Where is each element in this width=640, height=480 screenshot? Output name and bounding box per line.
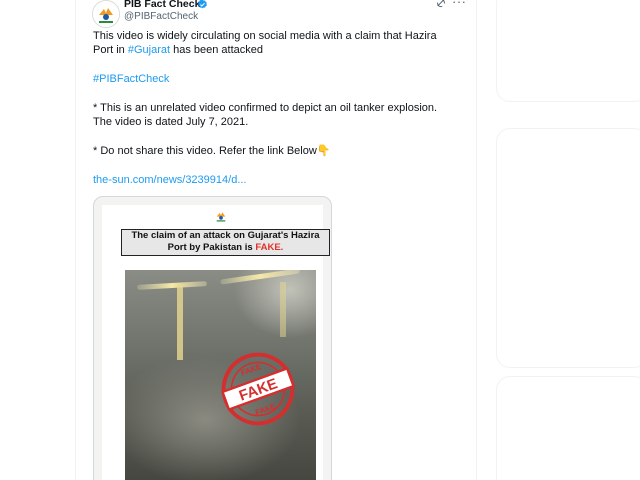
tweet-text-line2: Port in [93, 44, 128, 56]
avatar[interactable] [92, 0, 120, 28]
note-line1: * This is an unrelated video confirmed t… [93, 102, 438, 114]
sidebar-card [496, 0, 640, 102]
tweet-text-line1: This video is widely circulating on soci… [93, 30, 437, 42]
pointing-down-icon: 👇 [316, 145, 331, 157]
pib-logo-icon [216, 212, 226, 222]
hashtag-pibfactcheck-link[interactable]: #PIBFactCheck [93, 73, 169, 85]
pib-logo-icon [93, 1, 119, 27]
page: PIB Fact Check @PIBFactCheck ··· This vi… [0, 0, 640, 480]
verified-badge-icon [198, 0, 207, 9]
sidebar-card [496, 128, 640, 368]
grok-icon[interactable] [436, 0, 446, 8]
media-card[interactable]: The claim of an attack on Gujarat's Hazi… [93, 196, 332, 480]
sidebar-card [496, 376, 640, 480]
fact-check-graphic: The claim of an attack on Gujarat's Hazi… [102, 205, 330, 480]
note-dont-share: * Do not share this video. Refer the lin… [93, 145, 317, 157]
claim-line2: Port by Pakistan is [167, 242, 256, 253]
author-handle[interactable]: @PIBFactCheck [124, 11, 198, 22]
external-link[interactable]: the-sun.com/news/3239914/d... [93, 174, 246, 186]
claim-fake-word: FAKE. [255, 242, 284, 253]
fake-stamp-icon: FAKE FAKE FAKE [221, 352, 295, 426]
tweet-text-line2-end: has been attacked [170, 44, 264, 56]
author-name[interactable]: PIB Fact Check [124, 0, 200, 10]
more-options-icon[interactable]: ··· [452, 0, 467, 9]
claim-line1: The claim of an attack on Gujarat's Hazi… [131, 230, 320, 241]
hashtag-gujarat-link[interactable]: #Gujarat [128, 44, 170, 56]
tweet-line: Port in #Gujarat has been attacked [93, 43, 465, 57]
note-line2: The video is dated July 7, 2021. [93, 116, 249, 128]
claim-box: The claim of an attack on Gujarat's Hazi… [121, 229, 330, 256]
tweet-line: This video is widely circulating on soci… [93, 29, 465, 43]
svg-text:FAKE: FAKE [240, 362, 263, 378]
tweet-text: This video is widely circulating on soci… [93, 29, 465, 187]
